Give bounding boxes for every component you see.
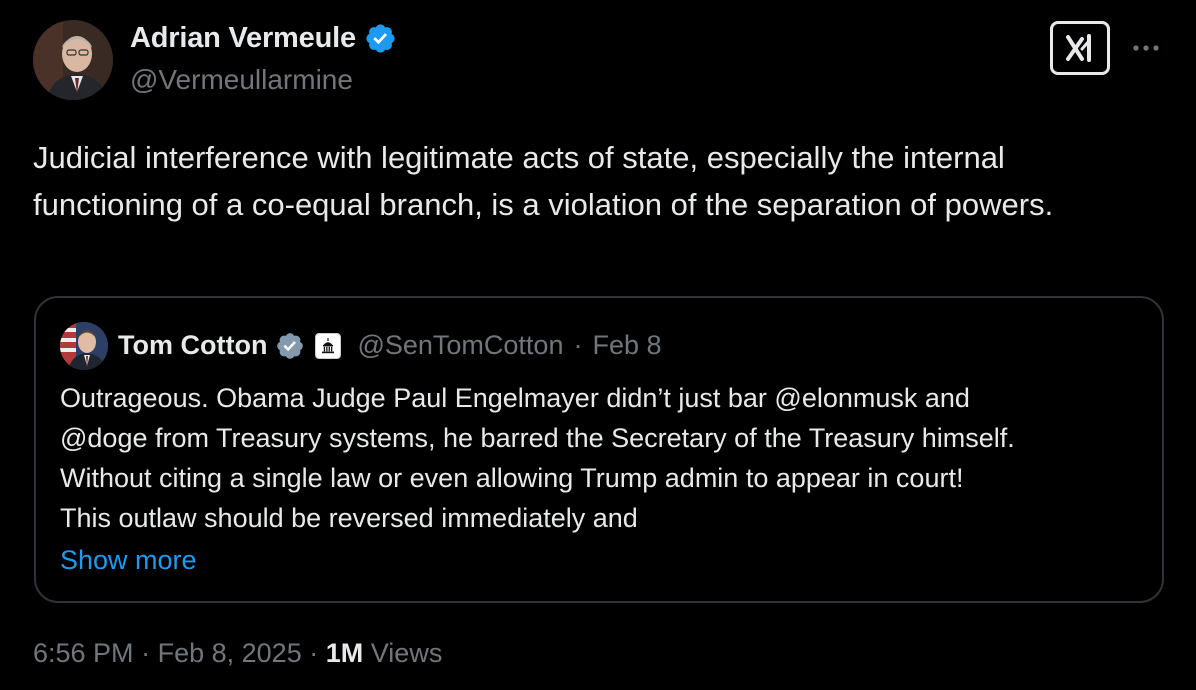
grok-icon — [1066, 34, 1091, 62]
views-label[interactable]: Views — [371, 638, 443, 668]
more-horizontal-icon — [1133, 45, 1159, 51]
capitol-building-icon — [322, 337, 335, 353]
author-avatar[interactable] — [33, 20, 113, 100]
meta-separator: · — [141, 638, 151, 668]
tweet-date[interactable]: Feb 8, 2025 — [158, 638, 302, 668]
quoted-author-avatar[interactable] — [60, 322, 108, 370]
author-name[interactable]: Adrian Vermeule — [130, 22, 356, 55]
tweet-meta: 6:56 PM · Feb 8, 2025 · 1M Views — [33, 638, 442, 669]
quoted-author-name[interactable]: Tom Cotton — [118, 330, 267, 361]
verified-badge-gray-icon — [277, 332, 304, 359]
author-handle[interactable]: @Vermeullarmine — [130, 64, 353, 96]
show-more-link[interactable]: Show more — [60, 540, 197, 580]
affiliation-badge[interactable] — [315, 332, 342, 359]
views-count[interactable]: 1M — [326, 638, 364, 668]
quoted-tweet[interactable]: Tom Cotton @SenTomCotton · Feb 8 Outrage… — [34, 296, 1164, 603]
tweet-text: Judicial interference with legitimate ac… — [33, 140, 1054, 222]
quoted-date[interactable]: Feb 8 — [592, 330, 661, 361]
meta-separator: · — [309, 638, 319, 668]
quoted-text-line: Outrageous. Obama Judge Paul Engelmayer … — [60, 383, 970, 413]
quoted-author-handle[interactable]: @SenTomCotton — [357, 330, 563, 361]
quoted-separator: · — [573, 330, 583, 360]
verified-badge-icon — [366, 24, 395, 53]
tweet-time[interactable]: 6:56 PM — [33, 638, 134, 668]
quoted-text-line: Without citing a single law or even allo… — [60, 463, 964, 493]
more-options-button[interactable] — [1128, 28, 1164, 64]
quoted-text-line: @doge from Treasury systems, he barred t… — [60, 423, 1015, 453]
quoted-tweet-text: Outrageous. Obama Judge Paul Engelmayer … — [60, 378, 1150, 538]
quoted-text-line: This outlaw should be reversed immediate… — [60, 503, 638, 533]
grok-button[interactable] — [1050, 21, 1110, 75]
